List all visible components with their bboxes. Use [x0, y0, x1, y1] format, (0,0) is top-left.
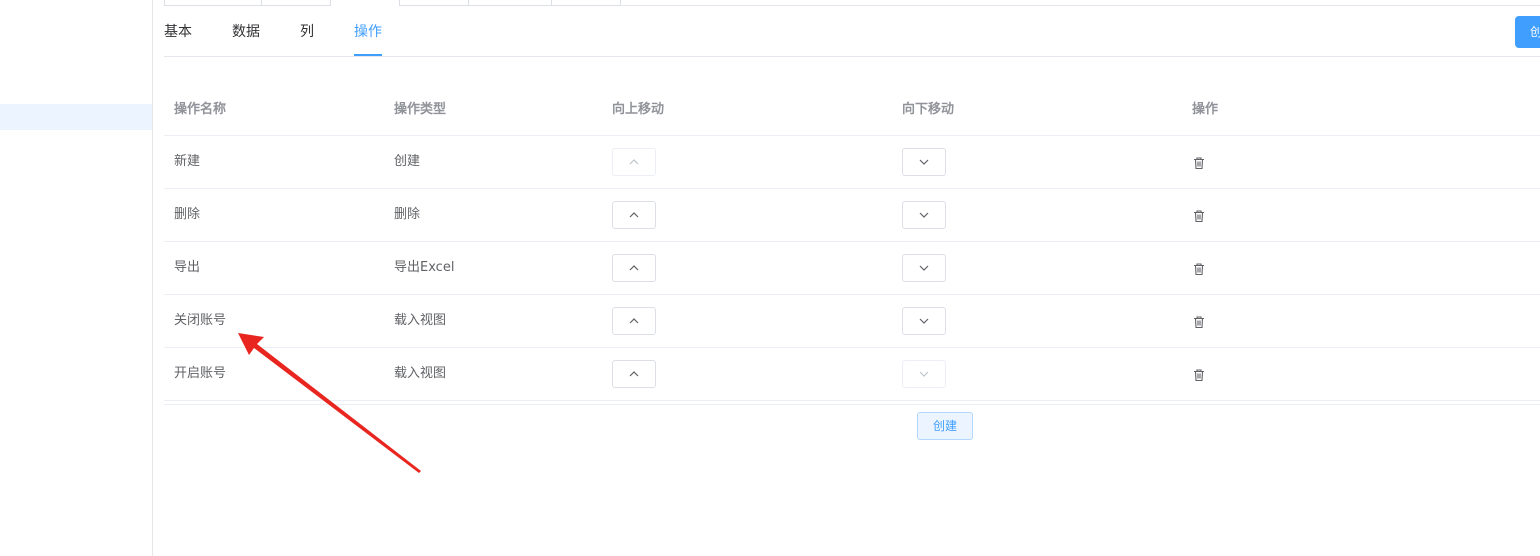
top-tab-segment[interactable] [261, 0, 331, 6]
move-down-button[interactable] [902, 254, 946, 282]
action-type-cell: 删除 [394, 207, 421, 222]
top-tab-segment[interactable] [468, 0, 553, 6]
header-action-type: 操作类型 [394, 102, 447, 117]
tab-data[interactable]: 数据 [232, 14, 260, 54]
table-row: 开启账号 载入视图 [164, 348, 1540, 401]
action-name-cell: 导出 [174, 260, 201, 275]
top-strip-divider [620, 5, 1540, 6]
move-down-button[interactable] [902, 360, 946, 388]
action-type-cell: 载入视图 [394, 366, 447, 381]
top-tab-strip [164, 0, 1540, 6]
action-type-cell: 导出Excel [394, 260, 455, 275]
action-type-cell: 载入视图 [394, 313, 447, 328]
action-type-cell: 创建 [394, 154, 421, 169]
tab-basic[interactable]: 基本 [164, 14, 192, 54]
action-name-cell: 关闭账号 [174, 313, 227, 328]
move-down-button[interactable] [902, 307, 946, 335]
move-up-button[interactable] [612, 201, 656, 229]
left-sidebar [0, 0, 153, 556]
table-bottom-divider [164, 404, 1540, 405]
move-down-button[interactable] [902, 148, 946, 176]
trash-icon[interactable] [1192, 261, 1206, 276]
header-move-down: 向下移动 [902, 102, 955, 117]
move-down-button[interactable] [902, 201, 946, 229]
top-create-button[interactable]: 创 [1515, 16, 1540, 48]
table-row: 导出 导出Excel [164, 242, 1540, 295]
chevron-up-icon [629, 212, 639, 218]
top-tab-segment[interactable] [551, 0, 621, 6]
chevron-down-icon [919, 318, 929, 324]
move-up-button[interactable] [612, 148, 656, 176]
settings-tabs: 基本 数据 列 操作 [164, 14, 1540, 57]
trash-icon[interactable] [1192, 208, 1206, 223]
chevron-down-icon [919, 212, 929, 218]
table-body: 新建 创建 删除 删除 导出 导出Excel 关闭账号 载入视图 开启账号 载入视图 [164, 136, 1540, 401]
trash-icon[interactable] [1192, 314, 1206, 329]
chevron-down-icon [919, 371, 929, 377]
header-operation: 操作 [1192, 102, 1219, 117]
table-header: 操作名称 操作类型 向上移动 向下移动 操作 [164, 84, 1540, 136]
header-action-name: 操作名称 [174, 102, 227, 117]
action-name-cell: 删除 [174, 207, 201, 222]
chevron-up-icon [629, 159, 639, 165]
trash-icon[interactable] [1192, 367, 1206, 382]
trash-icon[interactable] [1192, 155, 1206, 170]
actions-table: 操作名称 操作类型 向上移动 向下移动 操作 新建 创建删除 删除导出 导出Excel… [164, 84, 1540, 401]
chevron-up-icon [629, 265, 639, 271]
table-row: 删除 删除 [164, 189, 1540, 242]
action-name-cell: 新建 [174, 154, 201, 169]
chevron-down-icon [919, 159, 929, 165]
sidebar-active-item[interactable] [0, 104, 152, 130]
move-up-button[interactable] [612, 307, 656, 335]
create-action-button[interactable]: 创建 [917, 412, 973, 440]
table-row: 关闭账号 载入视图 [164, 295, 1540, 348]
tab-actions[interactable]: 操作 [354, 14, 382, 56]
tab-columns[interactable]: 列 [300, 14, 314, 54]
chevron-up-icon [629, 318, 639, 324]
move-up-button[interactable] [612, 360, 656, 388]
top-tab-segment[interactable] [164, 0, 262, 6]
action-name-cell: 开启账号 [174, 366, 227, 381]
table-row: 新建 创建 [164, 136, 1540, 189]
top-tab-segment[interactable] [399, 0, 469, 6]
header-move-up: 向上移动 [612, 102, 665, 117]
move-up-button[interactable] [612, 254, 656, 282]
chevron-up-icon [629, 371, 639, 377]
chevron-down-icon [919, 265, 929, 271]
